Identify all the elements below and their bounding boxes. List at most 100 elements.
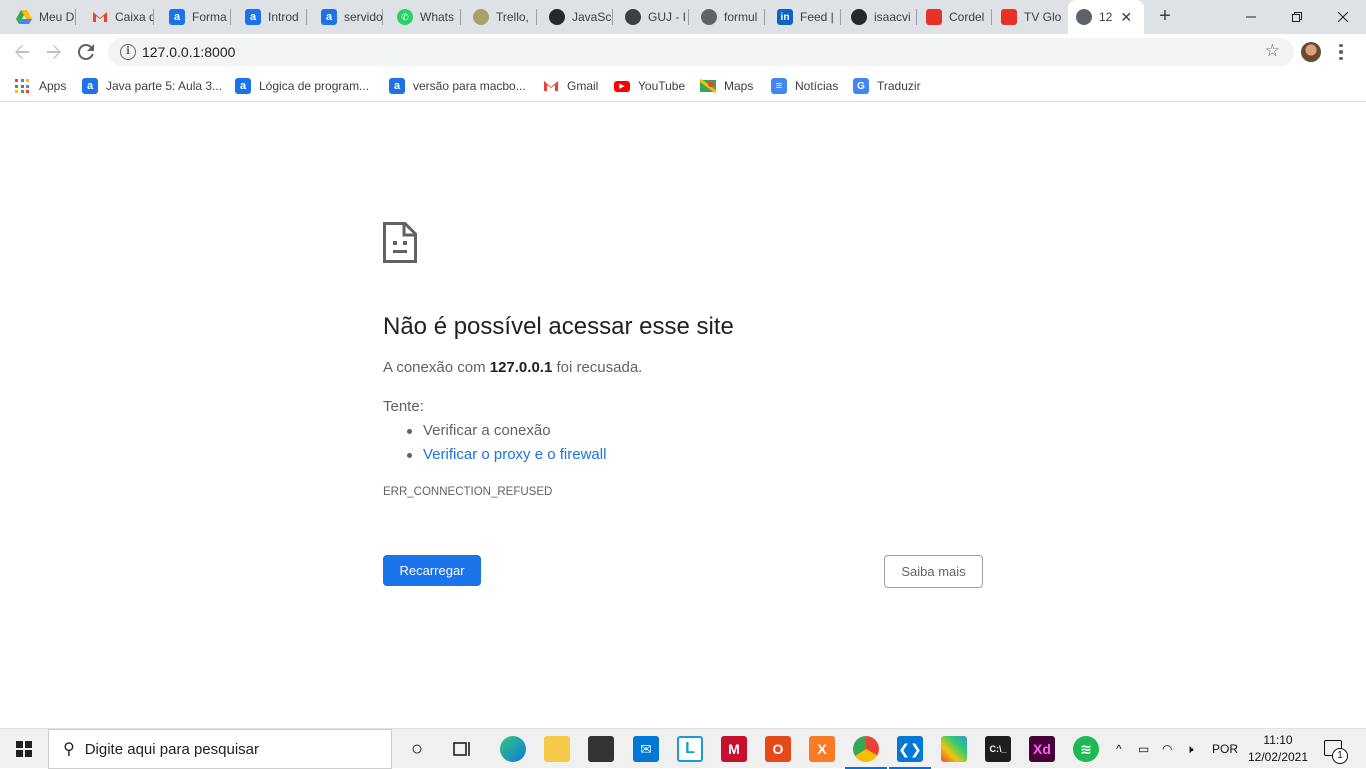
close-window-button[interactable]: [1320, 0, 1366, 34]
guj-icon: [625, 9, 641, 25]
close-tab-icon[interactable]: ✕: [1120, 9, 1132, 26]
show-hidden-icons-icon[interactable]: ^: [1116, 729, 1122, 769]
gmail-icon: [92, 9, 108, 25]
globe-icon: [1076, 9, 1092, 25]
spotify-icon[interactable]: ≋: [1073, 736, 1099, 762]
tab-tv-globo[interactable]: TV Glo: [1001, 4, 1065, 30]
file-explorer-icon[interactable]: [544, 736, 570, 762]
error-host: 127.0.0.1: [489, 359, 553, 376]
tab-separator: [153, 9, 154, 25]
mail-icon[interactable]: ✉: [633, 736, 659, 762]
tab-title: GUJ - I: [648, 10, 686, 24]
tab-title: Cordel: [949, 10, 985, 24]
suggestion-check-connection: Verificar a conexão: [405, 421, 606, 445]
wifi-icon[interactable]: ◠: [1162, 729, 1172, 769]
tab-separator: [840, 9, 841, 25]
url-text[interactable]: 127.0.0.1:8000: [142, 44, 235, 60]
mcafee-icon[interactable]: M: [721, 736, 747, 762]
bookmark-apps[interactable]: Apps: [15, 76, 66, 96]
reload-button[interactable]: [74, 40, 98, 64]
bookmark-traduzir[interactable]: G Traduzir: [853, 76, 921, 96]
tab-separator: [75, 9, 76, 25]
vscode-icon[interactable]: ❮❯: [889, 736, 931, 769]
tab-linkedin[interactable]: in Feed |: [777, 4, 841, 30]
tab-alura-formacao[interactable]: a Forma: [169, 4, 231, 30]
taskbar-search-box[interactable]: ⚲ Digite aqui para pesquisar: [48, 729, 392, 769]
tab-title: JavaSc: [572, 10, 612, 24]
xampp-icon[interactable]: X: [809, 736, 835, 762]
forward-button[interactable]: [42, 40, 66, 64]
error-title: Não é possível acessar esse site: [383, 313, 734, 340]
tab-gmail[interactable]: Caixa d: [92, 4, 154, 30]
tab-github-isaacvi[interactable]: isaacvi: [851, 4, 917, 30]
bookmark-maps[interactable]: Maps: [700, 76, 753, 96]
terminal-icon[interactable]: C:\_: [985, 736, 1011, 762]
tab-alura-servidor[interactable]: a servido: [321, 4, 383, 30]
chrome-icon[interactable]: [845, 736, 887, 769]
input-language[interactable]: POR: [1212, 729, 1238, 769]
tab-google-drive[interactable]: Meu D: [16, 4, 76, 30]
tab-whatsapp[interactable]: ✆ Whats: [397, 4, 461, 30]
site-info-icon[interactable]: i: [120, 44, 136, 60]
profile-avatar[interactable]: [1301, 42, 1321, 62]
tab-github-javascript[interactable]: JavaSc: [549, 4, 613, 30]
suggestion-check-proxy-firewall-link[interactable]: Verificar o proxy e o firewall: [405, 445, 606, 469]
restore-button[interactable]: [1274, 0, 1320, 34]
cortana-icon[interactable]: ○: [404, 736, 430, 762]
tab-title: Feed |: [800, 10, 834, 24]
taskbar-clock[interactable]: 11:10 12/02/2021: [1246, 732, 1310, 766]
tab-cordel[interactable]: Cordel: [926, 4, 992, 30]
bookmark-youtube[interactable]: ▶ YouTube: [614, 76, 685, 96]
tab-trello[interactable]: Trello,: [473, 4, 537, 30]
alura-icon: a: [169, 9, 185, 25]
reload-page-button[interactable]: Recarregar: [383, 555, 481, 586]
linkedin-icon: in: [777, 9, 793, 25]
battery-icon[interactable]: ▭: [1138, 729, 1149, 769]
minimize-button[interactable]: [1228, 0, 1274, 34]
tab-title: TV Glo: [1024, 10, 1062, 24]
search-icon: ⚲: [63, 741, 75, 758]
globe-icon: [701, 9, 717, 25]
tab-formulario[interactable]: formul: [701, 4, 765, 30]
github-icon: [549, 9, 565, 25]
news-icon: ≡: [771, 78, 787, 94]
tab-active-localhost[interactable]: 12 ✕: [1068, 0, 1144, 34]
volume-icon[interactable]: 🕨: [1186, 729, 1194, 769]
youtube-icon: ▶: [614, 80, 630, 92]
alura-icon: a: [389, 78, 405, 94]
bookmark-star-icon[interactable]: ☆: [1265, 41, 1280, 61]
error-page: Não é possível acessar esse site A conex…: [0, 103, 1366, 728]
tab-title: 12: [1099, 10, 1113, 24]
bookmark-noticias[interactable]: ≡ Notícias: [771, 76, 838, 96]
git-kraken-icon[interactable]: [941, 736, 967, 762]
try-label: Tente:: [383, 398, 424, 415]
tab-alura-introducao[interactable]: a Introd: [245, 4, 307, 30]
start-button[interactable]: [0, 729, 48, 769]
adobe-xd-icon[interactable]: Xd: [1029, 736, 1055, 762]
learn-more-button[interactable]: Saiba mais: [884, 555, 983, 588]
address-bar[interactable]: i 127.0.0.1:8000 ☆: [108, 38, 1294, 66]
bookmark-gmail[interactable]: Gmail: [543, 76, 598, 96]
bookmark-logica-programacao[interactable]: a Lógica de program...: [235, 76, 369, 96]
bookmark-java-parte-5[interactable]: a Java parte 5: Aula 3...: [82, 76, 222, 96]
tab-guj[interactable]: GUJ - I: [625, 4, 689, 30]
new-tab-button[interactable]: +: [1155, 6, 1175, 26]
bookmark-versao-macbook[interactable]: a versão para macbo...: [389, 76, 526, 96]
clock-date: 12/02/2021: [1247, 750, 1309, 764]
office-icon[interactable]: O: [765, 736, 791, 762]
bookmarks-bar: Apps a Java parte 5: Aula 3... a Lógica …: [0, 70, 1366, 102]
apps-grid-icon: [15, 79, 29, 93]
task-view-icon[interactable]: [450, 736, 476, 762]
alura-icon: a: [245, 9, 261, 25]
edge-icon[interactable]: [500, 736, 526, 762]
tab-separator: [460, 9, 461, 25]
l-app-icon[interactable]: L: [677, 736, 703, 762]
globoplay-icon: [926, 9, 942, 25]
github-icon: [851, 9, 867, 25]
alura-icon: a: [321, 9, 337, 25]
chrome-menu-button[interactable]: [1338, 42, 1344, 62]
back-button[interactable]: [10, 40, 34, 64]
store-icon[interactable]: [588, 736, 614, 762]
globoplay-icon: [1001, 9, 1017, 25]
tab-strip: Meu D Caixa d a Forma a Introd a servido…: [0, 0, 1366, 34]
